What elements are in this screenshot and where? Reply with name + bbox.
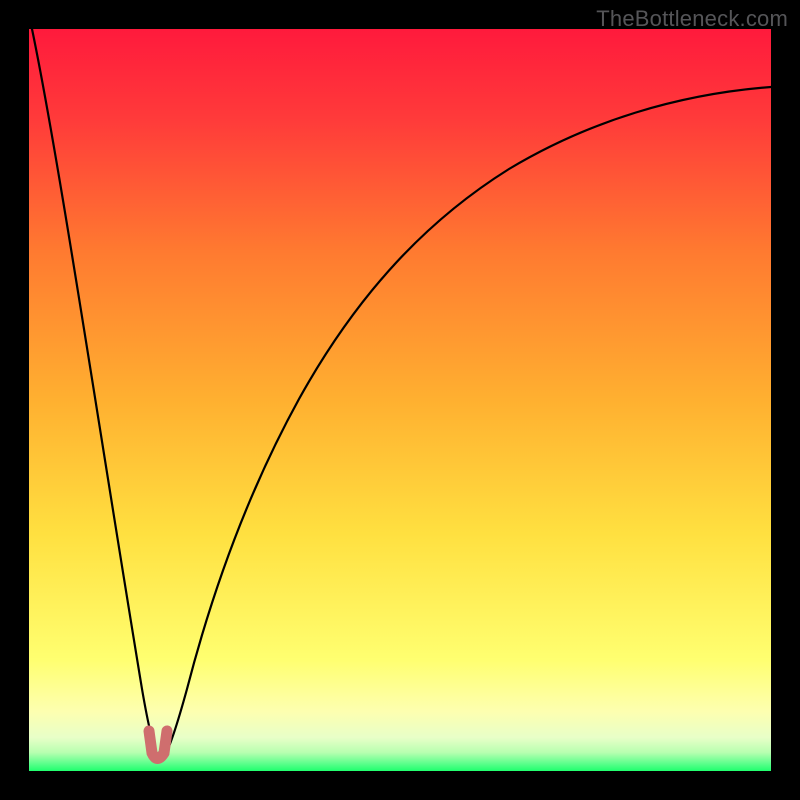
plot-area (29, 29, 771, 771)
min-marker (149, 731, 167, 759)
bottleneck-curve (32, 29, 771, 759)
curve-layer (29, 29, 771, 771)
watermark-label: TheBottleneck.com (596, 6, 788, 32)
chart-frame: TheBottleneck.com (0, 0, 800, 800)
